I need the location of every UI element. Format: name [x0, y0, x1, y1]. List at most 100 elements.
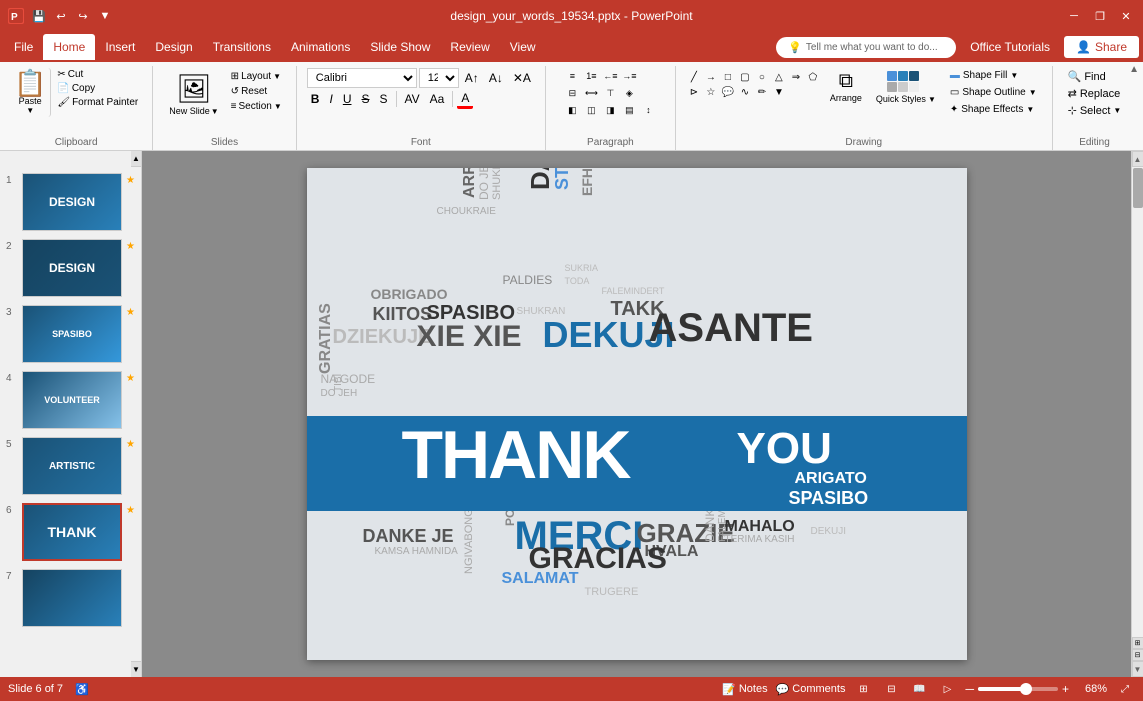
- format-painter-button[interactable]: 🖌 Format Painter: [53, 96, 142, 109]
- paste-button[interactable]: 📋 Paste ▼: [10, 68, 51, 117]
- share-button[interactable]: 👤 Share: [1064, 36, 1139, 58]
- shape-effects-dropdown[interactable]: ▼: [1026, 105, 1034, 114]
- copy-button[interactable]: 📄 Copy: [53, 82, 142, 95]
- slide-thumb-3[interactable]: 3 SPASIBO ★: [0, 299, 141, 365]
- zoom-in-button[interactable]: +: [1062, 682, 1069, 696]
- clear-format-button[interactable]: ✕A: [509, 68, 535, 88]
- undo-qa-button[interactable]: ↩: [52, 7, 70, 25]
- close-button[interactable]: ✕: [1117, 7, 1135, 25]
- change-case-button[interactable]: Aa: [426, 89, 449, 109]
- scroll-track[interactable]: [1132, 167, 1143, 637]
- rtarrow-shape[interactable]: ⇒: [788, 70, 804, 84]
- curve-shape[interactable]: ∿: [737, 85, 753, 99]
- reading-view-button[interactable]: 📖: [909, 680, 929, 698]
- triangle-shape[interactable]: △: [771, 70, 787, 84]
- slide-thumb-4[interactable]: 4 VOLUNTEER ★: [0, 365, 141, 431]
- menu-slideshow[interactable]: Slide Show: [360, 34, 440, 60]
- slide-thumb-2[interactable]: 2 DESIGN ★: [0, 233, 141, 299]
- menu-animations[interactable]: Animations: [281, 34, 360, 60]
- zoom-track[interactable]: [978, 687, 1058, 691]
- quick-styles-button[interactable]: Quick Styles ▼: [871, 68, 941, 117]
- panel-scroll-up[interactable]: ▲: [131, 151, 141, 167]
- arrow-shape[interactable]: →: [703, 70, 719, 84]
- panel-scroll-down[interactable]: ▼: [131, 661, 141, 677]
- fit-window-button[interactable]: ⤢: [1115, 680, 1135, 698]
- new-slide-dropdown[interactable]: ▼: [211, 107, 219, 116]
- decrease-indent-button[interactable]: ←≡: [601, 68, 619, 84]
- reset-button[interactable]: ↺ Reset: [227, 85, 286, 98]
- font-color-button[interactable]: A: [457, 89, 473, 109]
- font-size-select[interactable]: 12: [419, 68, 459, 88]
- line-shape[interactable]: ╱: [686, 70, 702, 84]
- scroll-expand-button[interactable]: ⊞: [1132, 637, 1143, 649]
- slide-canvas[interactable]: THANK YOU ARIGATO SPASIBO DANKIE STRENGT…: [307, 168, 967, 660]
- columns-button[interactable]: ⊟: [563, 85, 581, 101]
- callout-shape[interactable]: 💬: [720, 85, 736, 99]
- notes-button[interactable]: 📝 Notes: [722, 683, 767, 696]
- cut-button[interactable]: ✂ Cut: [53, 68, 142, 81]
- zoom-out-button[interactable]: ─: [965, 682, 974, 696]
- align-left-button[interactable]: ◧: [563, 102, 581, 118]
- more-shapes[interactable]: ▼: [771, 85, 787, 99]
- underline-button[interactable]: U: [339, 89, 356, 109]
- scroll-thumb[interactable]: [1133, 168, 1143, 208]
- tell-me-box[interactable]: 💡 Tell me what you want to do...: [776, 37, 956, 58]
- canvas-area[interactable]: THANK YOU ARIGATO SPASIBO DANKIE STRENGT…: [142, 151, 1131, 677]
- slide-thumb-1[interactable]: 1 DESIGN ★: [0, 167, 141, 233]
- slideshow-view-button[interactable]: ▷: [937, 680, 957, 698]
- align-text-button[interactable]: ⊤: [601, 85, 619, 101]
- font-name-select[interactable]: Calibri: [307, 68, 417, 88]
- find-button[interactable]: 🔍 Find: [1063, 68, 1127, 85]
- save-qa-button[interactable]: 💾: [30, 7, 48, 25]
- rect-shape[interactable]: □: [720, 70, 736, 84]
- office-tutorials-link[interactable]: Office Tutorials: [962, 36, 1058, 58]
- redo-qa-button[interactable]: ↪: [74, 7, 92, 25]
- italic-button[interactable]: I: [325, 89, 336, 109]
- comments-button[interactable]: 💬 Comments: [776, 683, 846, 696]
- section-button[interactable]: ≡ Section ▼: [227, 100, 286, 113]
- justify-button[interactable]: ▤: [620, 102, 638, 118]
- circle-shape[interactable]: ○: [754, 70, 770, 84]
- scroll-up-button[interactable]: ▲: [1132, 151, 1143, 167]
- increase-indent-button[interactable]: →≡: [620, 68, 638, 84]
- select-dropdown[interactable]: ▼: [1113, 106, 1121, 115]
- menu-transitions[interactable]: Transitions: [203, 34, 281, 60]
- line-spacing-button[interactable]: ↕: [639, 102, 657, 118]
- freeform-shape[interactable]: ✏: [754, 85, 770, 99]
- shape-outline-button[interactable]: ▭ Shape Outline ▼: [945, 85, 1042, 100]
- scroll-expand2-button[interactable]: ⊟: [1132, 649, 1143, 661]
- zoom-handle[interactable]: [1020, 683, 1032, 695]
- customize-qa-button[interactable]: ▼: [96, 7, 114, 25]
- minimize-button[interactable]: ─: [1065, 7, 1083, 25]
- increase-font-button[interactable]: A↑: [461, 68, 483, 88]
- align-center-button[interactable]: ◫: [582, 102, 600, 118]
- menu-view[interactable]: View: [500, 34, 546, 60]
- restore-button[interactable]: ❐: [1091, 7, 1109, 25]
- menu-home[interactable]: Home: [43, 34, 95, 60]
- zoom-level[interactable]: 68%: [1077, 683, 1107, 695]
- strikethrough-button[interactable]: S: [357, 89, 373, 109]
- new-slide-button[interactable]: 🖼 New Slide ▼: [163, 68, 224, 120]
- star-shape[interactable]: ☆: [703, 85, 719, 99]
- menu-review[interactable]: Review: [440, 34, 499, 60]
- slide-thumb-7[interactable]: 7: [0, 563, 141, 629]
- layout-button[interactable]: ⊞ Layout ▼: [227, 70, 286, 83]
- decrease-font-button[interactable]: A↓: [485, 68, 507, 88]
- slide-thumb-6[interactable]: 6 THANK ★: [0, 497, 141, 563]
- bold-button[interactable]: B: [307, 89, 324, 109]
- shadow-button[interactable]: S: [376, 89, 392, 109]
- slide-thumb-5[interactable]: 5 ARTISTIC ★: [0, 431, 141, 497]
- shape-outline-dropdown[interactable]: ▼: [1029, 88, 1037, 97]
- paste-dropdown-icon[interactable]: ▼: [26, 106, 34, 115]
- shape-fill-button[interactable]: ▬ Shape Fill ▼: [945, 68, 1042, 83]
- pentagon-shape[interactable]: ⬠: [805, 70, 821, 84]
- smartart-button[interactable]: ◈: [620, 85, 638, 101]
- bullets-button[interactable]: ≡: [563, 68, 581, 84]
- text-direction-button[interactable]: ⟷: [582, 85, 600, 101]
- scroll-down-button[interactable]: ▼: [1132, 661, 1143, 677]
- chevron-shape[interactable]: ⊳: [686, 85, 702, 99]
- menu-file[interactable]: File: [4, 34, 43, 60]
- shape-fill-dropdown[interactable]: ▼: [1010, 71, 1018, 80]
- arrange-button[interactable]: ⧉ Arrange: [825, 68, 867, 117]
- menu-insert[interactable]: Insert: [95, 34, 145, 60]
